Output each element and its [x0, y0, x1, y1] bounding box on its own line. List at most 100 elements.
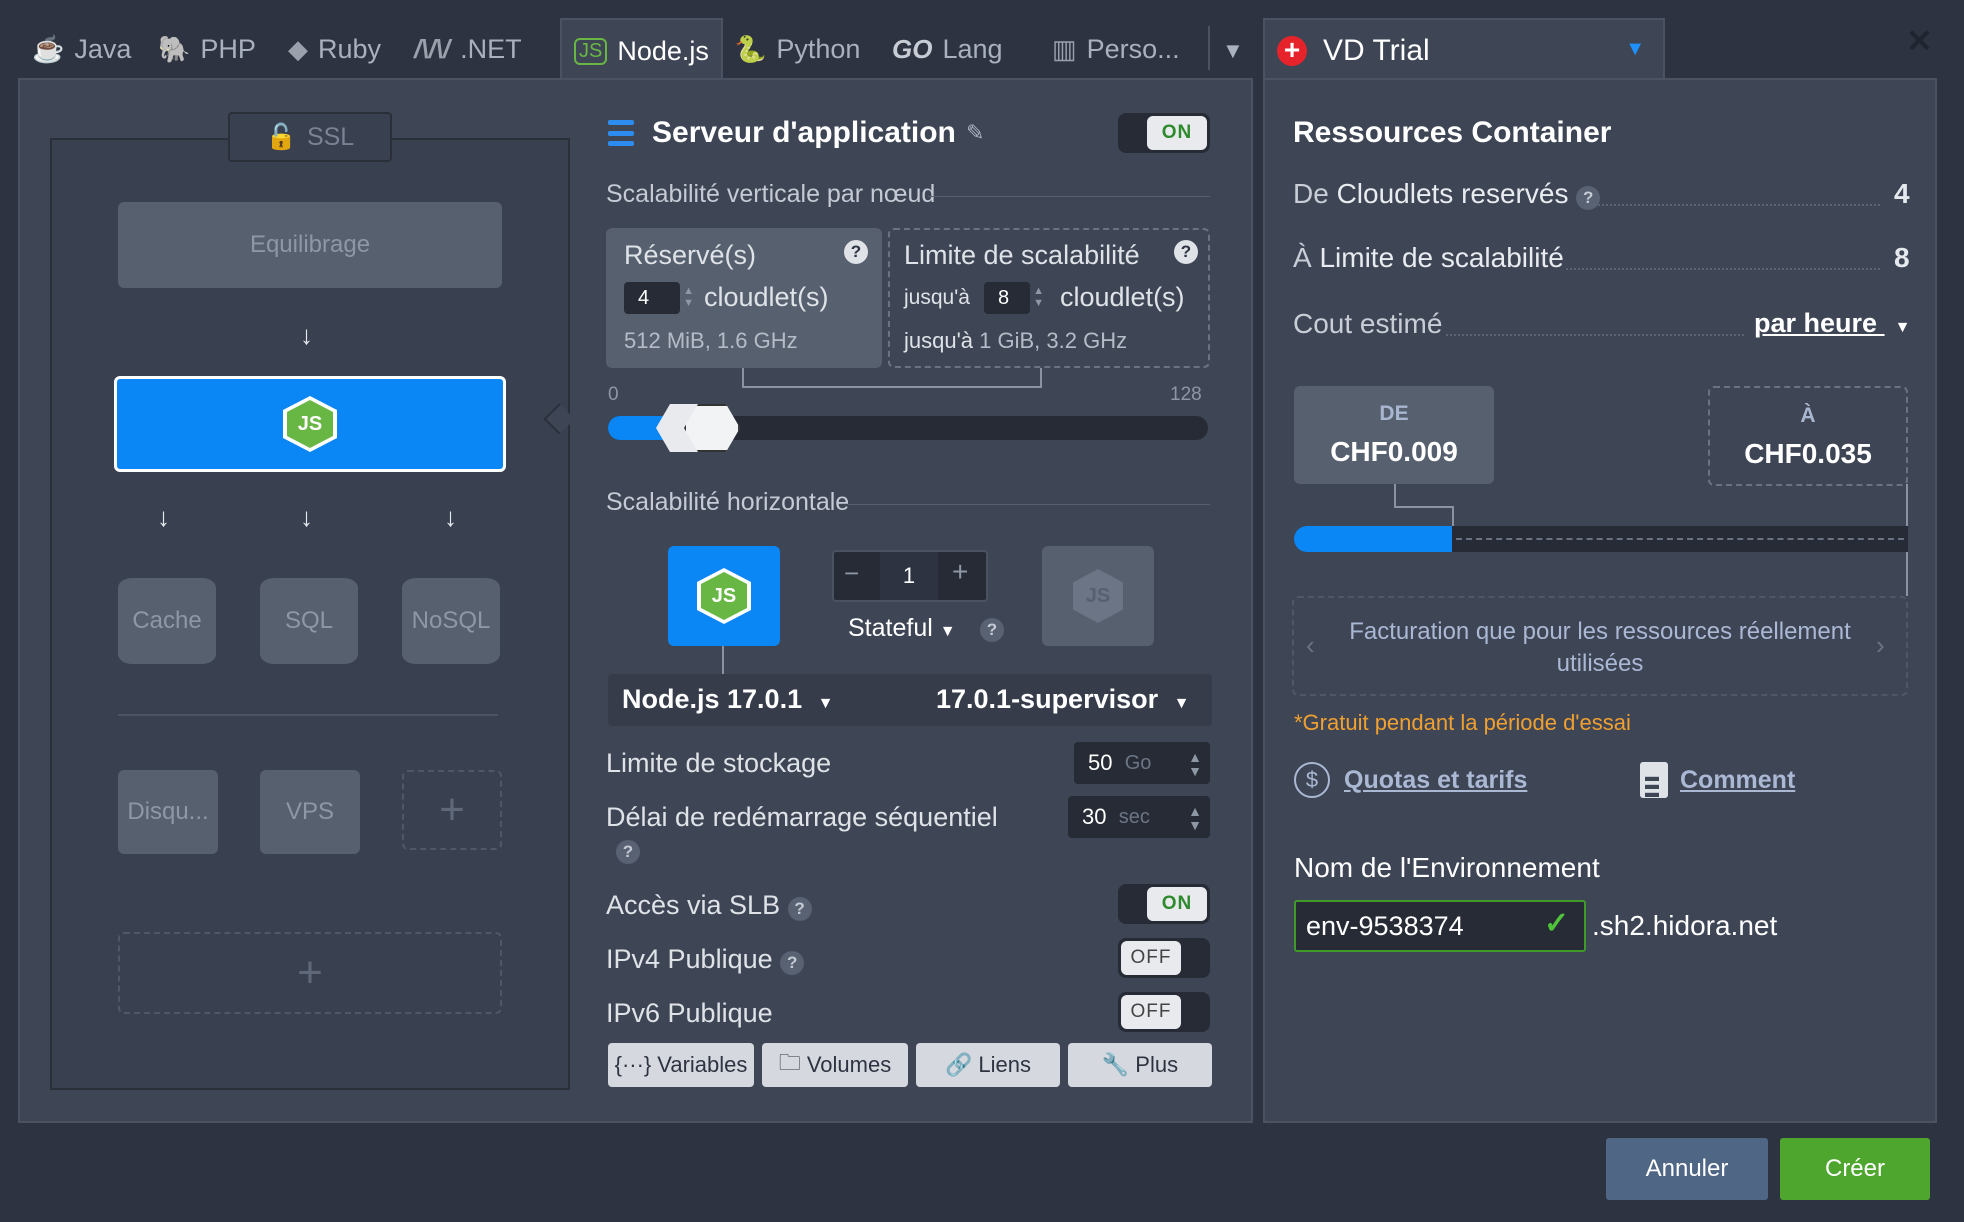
- lock-icon: 🔓: [265, 122, 297, 151]
- dotnet-icon: /\/\/: [414, 33, 451, 64]
- arrow-down-icon: ↓: [300, 320, 313, 350]
- sql-button[interactable]: SQL: [260, 578, 358, 664]
- quotas-link[interactable]: Quotas et tarifs: [1344, 766, 1527, 795]
- help-icon[interactable]: ?: [844, 240, 868, 264]
- help-icon[interactable]: ?: [616, 840, 640, 864]
- tab-dotnet[interactable]: /\/\/.NET: [410, 18, 526, 80]
- cancel-button[interactable]: Annuler: [1606, 1138, 1768, 1200]
- reserved-spec: 512 MiB, 1.6 GHz: [624, 328, 798, 353]
- custom-icon: ▥: [1052, 33, 1077, 64]
- nodejs-logo-icon: JS: [283, 396, 337, 452]
- stepper-arrows-icon[interactable]: ▲ ▼: [1188, 804, 1202, 832]
- connector: [1040, 368, 1042, 388]
- tab-python[interactable]: 🐍 Python: [730, 18, 864, 80]
- slb-toggle[interactable]: ON: [1118, 884, 1210, 924]
- cloudlets-label: cloudlet(s): [704, 282, 829, 312]
- tab-java[interactable]: ☕ Java: [28, 18, 135, 80]
- ssl-button[interactable]: 🔓 SSL: [228, 112, 392, 162]
- chevron-down-icon: ▼: [1173, 695, 1190, 712]
- trial-note: *Gratuit pendant la période d'essai: [1294, 710, 1631, 735]
- chevron-left-icon[interactable]: ‹: [1306, 630, 1315, 661]
- cost-bar-fill: [1294, 526, 1452, 552]
- decrement-button[interactable]: −: [844, 558, 859, 589]
- connector: [722, 646, 724, 674]
- domain-suffix: .sh2.hidora.net: [1592, 910, 1778, 941]
- dotted-leader: [1446, 334, 1744, 336]
- storage-input[interactable]: 50 Go ▲ ▼: [1074, 742, 1210, 784]
- chevron-down-icon: ▼: [1894, 319, 1911, 336]
- swiss-flag-icon: +: [1277, 36, 1307, 66]
- engine-version-dropdown[interactable]: Node.js 17.0.1 ▼: [622, 684, 833, 715]
- more-tabs-chevron-icon[interactable]: ▼: [1222, 38, 1244, 64]
- tab-custom[interactable]: ▥ Perso...: [1048, 18, 1184, 80]
- connector: [742, 368, 744, 388]
- reserved-title: Réservé(s): [624, 240, 757, 270]
- help-icon[interactable]: ?: [780, 951, 805, 975]
- nodejs-node-icon[interactable]: JS: [668, 546, 780, 646]
- close-icon[interactable]: ✕: [1906, 22, 1933, 60]
- env-name-label: Nom de l'Environnement: [1294, 852, 1600, 883]
- reserved-cloudlets-input[interactable]: 4 ▲ ▼: [624, 282, 694, 314]
- divider: [848, 504, 1210, 505]
- price-to-box: À CHF0.035: [1708, 386, 1908, 486]
- cache-button[interactable]: Cache: [118, 578, 216, 664]
- nosql-button[interactable]: NoSQL: [402, 578, 500, 664]
- tab-ruby[interactable]: ◆ Ruby: [284, 18, 385, 80]
- server-toggle[interactable]: ON: [1118, 113, 1210, 153]
- stepper-arrows-icon[interactable]: ▲ ▼: [1188, 750, 1202, 778]
- chevron-down-icon: ▼: [939, 623, 956, 640]
- edit-pencil-icon[interactable]: ✎: [966, 120, 984, 146]
- storage-disk-button[interactable]: Disqu...: [118, 770, 218, 854]
- limit-cloudlets-input[interactable]: 8 ▲ ▼: [984, 282, 1044, 314]
- help-icon[interactable]: ?: [1174, 240, 1198, 264]
- balancer-button[interactable]: Equilibrage: [118, 202, 502, 288]
- tab-go[interactable]: GO Lang: [888, 18, 1007, 80]
- nodejs-icon: JS: [574, 37, 608, 65]
- env-name-input[interactable]: env-9538374: [1294, 900, 1586, 952]
- add-node-button[interactable]: +: [402, 770, 502, 850]
- ipv6-toggle[interactable]: OFF: [1118, 992, 1210, 1032]
- nodejs-node-placeholder-icon[interactable]: JS: [1042, 546, 1154, 646]
- stateful-dropdown[interactable]: Stateful ▼: [848, 614, 956, 643]
- dollar-icon: $: [1294, 762, 1330, 798]
- how-link[interactable]: Comment: [1680, 766, 1795, 795]
- billing-note: Facturation que pour les ressources réel…: [1349, 618, 1851, 677]
- reserved-cloudlets-value: 4: [1894, 178, 1910, 209]
- env-region-tab[interactable]: + VD Trial ▼: [1263, 18, 1665, 82]
- node-count-input[interactable]: 1: [880, 552, 938, 600]
- region-dropdown-icon[interactable]: ▼: [1625, 38, 1645, 61]
- stepper-arrows-icon[interactable]: ▲ ▼: [683, 285, 694, 309]
- nodejs-node-button[interactable]: JS: [114, 376, 506, 472]
- help-icon[interactable]: ?: [787, 897, 812, 921]
- tag-dropdown[interactable]: 17.0.1-supervisor ▼: [936, 684, 1189, 715]
- check-icon: ✓: [1544, 907, 1570, 940]
- stepper-arrows-icon[interactable]: ▲ ▼: [1033, 285, 1044, 309]
- more-button[interactable]: 🔧 Plus: [1068, 1043, 1212, 1087]
- connector: [1394, 506, 1454, 508]
- help-icon[interactable]: ?: [980, 618, 1004, 642]
- variables-button[interactable]: {···} Variables: [608, 1043, 754, 1087]
- add-layer-button[interactable]: +: [118, 932, 502, 1014]
- volumes-button[interactable]: 🗀 Volumes: [762, 1043, 908, 1087]
- chevron-right-icon[interactable]: ›: [1876, 630, 1885, 661]
- cost-period-dropdown[interactable]: par heure ▼: [1754, 308, 1910, 339]
- scaling-limit-value: 8: [1894, 242, 1910, 273]
- reserved-cloudlets-row: De Cloudlets reservés ?: [1293, 178, 1601, 210]
- menu-icon[interactable]: [608, 120, 634, 146]
- slb-label: Accès via SLB ?: [606, 890, 812, 921]
- create-button[interactable]: Créer: [1780, 1138, 1930, 1200]
- tab-nodejs[interactable]: JS Node.js: [560, 18, 723, 82]
- increment-button[interactable]: +: [952, 556, 968, 588]
- links-button[interactable]: 🔗 Liens: [916, 1043, 1060, 1087]
- price-from-box: DE CHF0.009: [1294, 386, 1494, 484]
- tab-php[interactable]: 🐘 PHP: [154, 18, 260, 80]
- cloudlets-label: cloudlet(s): [1060, 282, 1185, 312]
- help-icon[interactable]: ?: [1576, 186, 1601, 210]
- slider-max: 128: [1170, 384, 1202, 405]
- ipv4-toggle[interactable]: OFF: [1118, 938, 1210, 978]
- vps-button[interactable]: VPS: [260, 770, 360, 854]
- restart-delay-input[interactable]: 30 sec ▲ ▼: [1068, 796, 1210, 838]
- divider: [928, 196, 1210, 197]
- restart-delay-label: Délai de redémarrage séquentiel: [606, 802, 998, 832]
- arrow-down-icon: ↓: [300, 502, 313, 532]
